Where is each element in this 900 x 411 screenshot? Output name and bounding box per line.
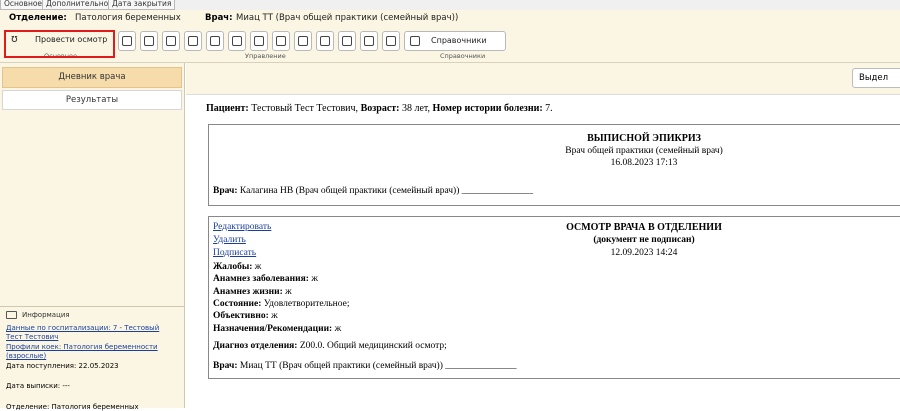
complaints-value: ж: [254, 262, 262, 272]
state-label: Состояние:: [213, 299, 262, 309]
epicrisis-subtitle: Врач общей практики (семейный врач): [565, 146, 723, 156]
anamnesis-life-value: ж: [285, 287, 292, 297]
anamnesis-disease-label: Анамнез заболевания:: [213, 274, 309, 284]
epicrisis-doctor-label: Врач:: [213, 186, 238, 196]
prescriptions-value: ж: [334, 324, 342, 334]
epicrisis-datetime: 16.08.2023 17:13: [610, 158, 678, 168]
handbooks-icon: [410, 36, 420, 46]
transfer-icon: [364, 36, 374, 46]
hospitalization-link-cont[interactable]: Тест Тестович: [6, 333, 58, 341]
epicrisis-document: ВЫПИСНОЙ ЭПИКРИЗ Врач общей практики (се…: [208, 124, 900, 206]
state-value: Удовлетворительное;: [263, 299, 350, 309]
exam-doctor-label: Врач:: [213, 361, 238, 371]
tab-main[interactable]: Основное: [0, 0, 47, 10]
ribbon-toolbar: ʊ Провести осмотр Основное Управление Сп…: [0, 28, 900, 63]
department-value: Патология беременных: [75, 13, 181, 23]
edit-pen-icon: [298, 36, 308, 46]
exam-doctor-row: Врач: Миац ТТ (Врач общей практики (семе…: [213, 361, 517, 371]
scissors-icon: [188, 36, 198, 46]
hospitalization-link[interactable]: Данные по госпитализации: 7 - Тестовый: [6, 324, 159, 332]
select-button[interactable]: Выдел: [852, 68, 900, 88]
team-button[interactable]: [338, 31, 356, 51]
history-value: 7.: [545, 103, 553, 114]
complaints-row: Жалобы: ж: [213, 262, 261, 272]
info-icon: [6, 311, 17, 319]
handbooks-button[interactable]: Справочники: [404, 31, 506, 51]
bed-profile-link-cont[interactable]: (взрослые): [6, 352, 46, 360]
doctor-value: Миац ТТ (Врач общей практики (семейный в…: [236, 13, 459, 23]
epicrisis-doctor-line: Врач: Калагина НВ (Врач общей практики (…: [213, 186, 533, 196]
info-title: Информация: [22, 311, 70, 319]
bed-profile-link[interactable]: Профили коек: Патология беременности: [6, 343, 158, 351]
exam-status: (документ не подписан): [593, 235, 695, 245]
department-info: Отделение: Патология беременных: [6, 403, 139, 411]
diagnosis-label: Диагноз отделения:: [213, 341, 298, 351]
department-label: Отделение:: [9, 13, 67, 23]
state-row: Состояние: Удовлетворительное;: [213, 299, 349, 309]
epicrisis-doctor-value: Калагина НВ (Врач общей практики (семейн…: [239, 186, 534, 196]
stamp-button[interactable]: [162, 31, 180, 51]
tab-additional[interactable]: Дополнительно: [42, 0, 113, 10]
highlight-frame: [4, 30, 115, 58]
objective-value: ж: [271, 311, 278, 321]
exam-doctor-value: Миац ТТ (Врач общей практики (семейный в…: [239, 361, 517, 371]
group-manage-caption: Управление: [245, 52, 286, 60]
transfer-button[interactable]: [360, 31, 378, 51]
lab-flask-icon: [210, 36, 220, 46]
header-bar: Отделение: Патология беременных Врач: Ми…: [0, 10, 900, 28]
info-section: Информация Данные по госпитализации: 7 -…: [0, 306, 184, 411]
patient-line: Пациент: Тестовый Тест Тестович, Возраст…: [206, 103, 553, 114]
print-button[interactable]: [316, 31, 334, 51]
tab-close-date[interactable]: Дата закрытия: [108, 0, 176, 10]
report-icon: [254, 36, 264, 46]
edit-report-button[interactable]: [272, 31, 290, 51]
complaints-label: Жалобы:: [213, 262, 253, 272]
report-button[interactable]: [250, 31, 268, 51]
discharge-date: Дата выписки: ---: [6, 382, 70, 390]
edit-pen-button[interactable]: [294, 31, 312, 51]
anamnesis-disease-row: Анамнез заболевания: ж: [213, 274, 318, 284]
objective-row: Объективно: ж: [213, 311, 278, 321]
patient-label: Пациент:: [206, 103, 249, 114]
patient-name: Тестовый Тест Тестович,: [251, 103, 359, 114]
admission-date: Дата поступления: 22.05.2023: [6, 362, 119, 370]
epicrisis-title: ВЫПИСНОЙ ЭПИКРИЗ: [587, 133, 701, 144]
group-handbooks-caption: Справочники: [440, 52, 486, 60]
lab-flask-button[interactable]: [206, 31, 224, 51]
handbooks-label: Справочники: [431, 36, 487, 45]
history-label: Номер истории болезни:: [432, 103, 543, 114]
medications-icon: [232, 36, 242, 46]
anamnesis-life-row: Анамнез жизни: ж: [213, 287, 292, 297]
exam-document: Редактировать Удалить Подписать ОСМОТР В…: [208, 216, 900, 379]
exam-title: ОСМОТР ВРАЧА В ОТДЕЛЕНИИ: [566, 222, 722, 233]
document-icon: [144, 36, 154, 46]
diagnosis-row: Диагноз отделения: Z00.0. Общий медицинс…: [213, 341, 447, 351]
age-label: Возраст:: [360, 103, 400, 114]
medications-button[interactable]: [228, 31, 246, 51]
anamnesis-life-label: Анамнез жизни:: [213, 287, 283, 297]
doctor-diary-item[interactable]: Дневник врача: [2, 67, 182, 88]
team-icon: [342, 36, 352, 46]
print-form-icon: [386, 36, 396, 46]
main-toolbar: [186, 63, 900, 95]
print-icon: [320, 36, 330, 46]
patient-card-icon: [122, 36, 132, 46]
diagnosis-value: Z00.0. Общий медицинский осмотр;: [299, 341, 447, 351]
results-item[interactable]: Результаты: [2, 90, 182, 110]
patient-card-button[interactable]: [118, 31, 136, 51]
print-form-button[interactable]: [382, 31, 400, 51]
doctor-label: Врач:: [205, 13, 233, 23]
prescriptions-row: Назначения/Рекомендации: ж: [213, 324, 341, 334]
scissors-button[interactable]: [184, 31, 202, 51]
stamp-icon: [166, 36, 176, 46]
objective-label: Объективно:: [213, 311, 269, 321]
edit-report-icon: [276, 36, 286, 46]
exam-datetime: 12.09.2023 14:24: [610, 248, 678, 258]
document-button[interactable]: [140, 31, 158, 51]
anamnesis-disease-value: ж: [311, 274, 318, 284]
prescriptions-label: Назначения/Рекомендации:: [213, 324, 333, 334]
age-value: 38 лет,: [402, 103, 431, 114]
